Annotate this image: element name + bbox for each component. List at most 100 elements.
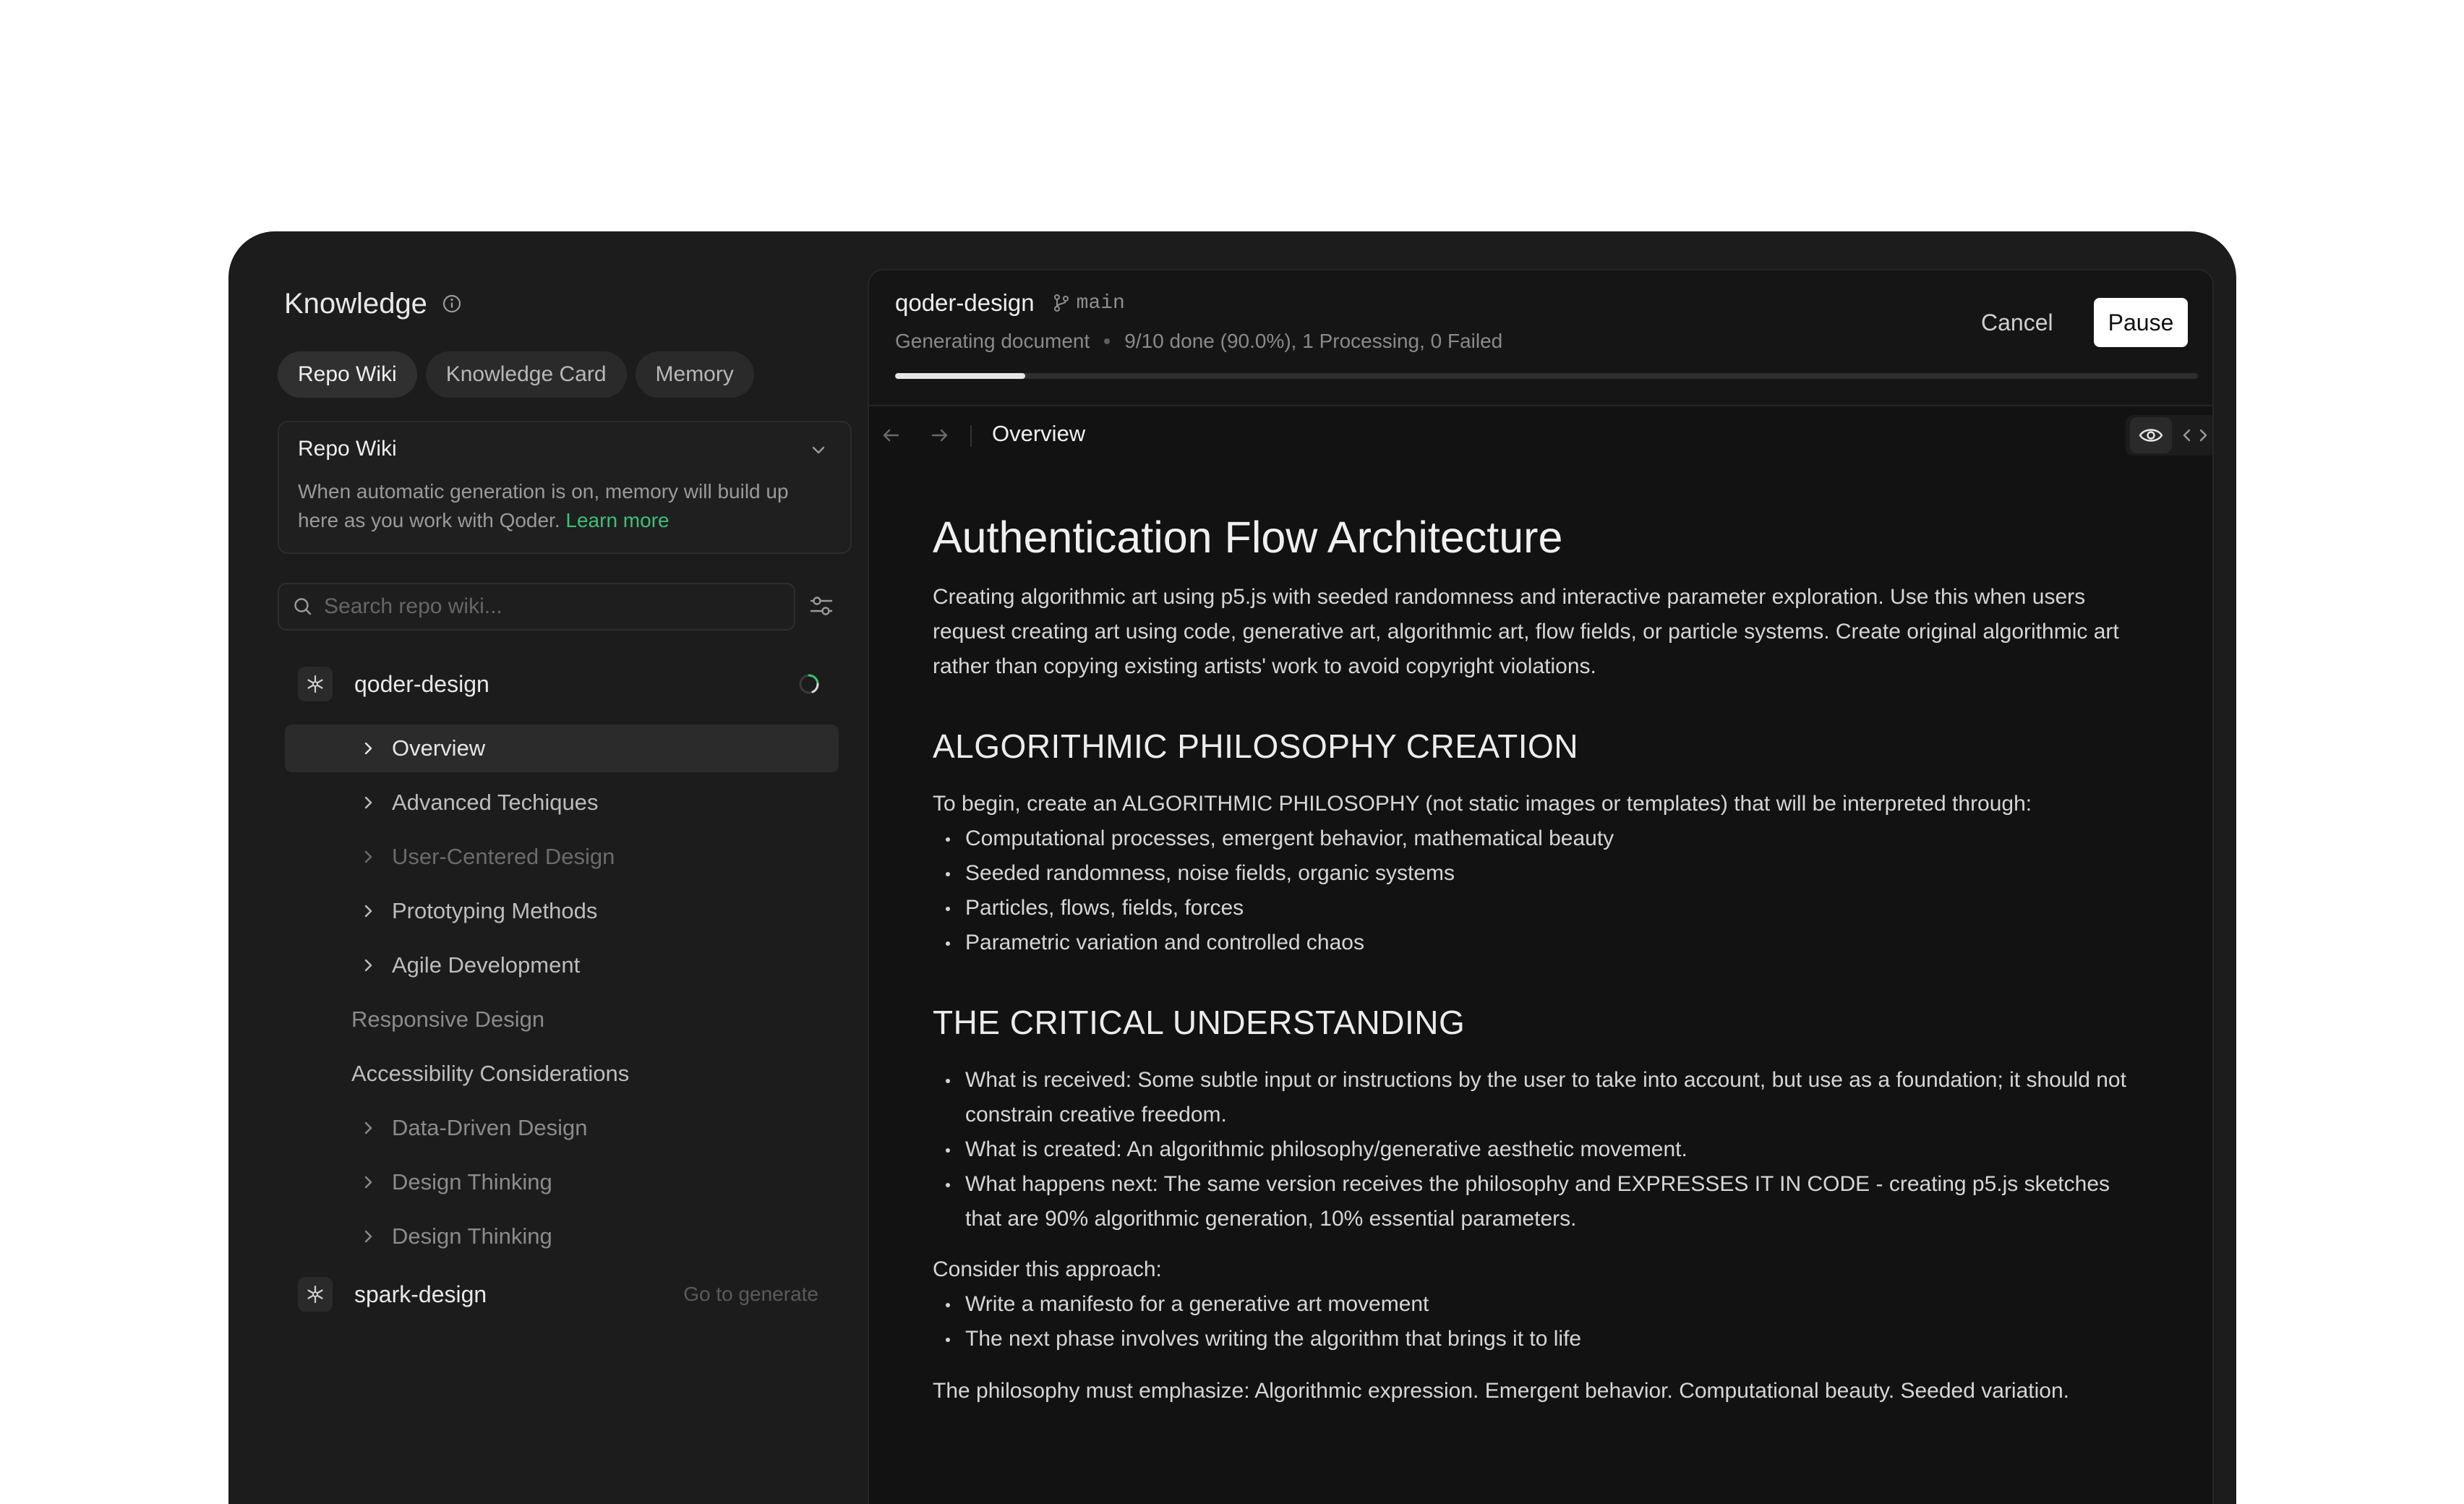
bullet-list: Computational processes, emergent behavi… [933,821,2147,960]
knowledge-sidebar: Knowledge Repo Wiki Knowledge Card Memor… [228,231,865,1504]
tree-item-label: Data-Driven Design [392,1115,588,1140]
list-item: What happens next: The same version rece… [933,1167,2147,1236]
project-info: qoder-design main [895,289,1125,317]
document-title: Authentication Flow Architecture [933,513,1563,562]
tree-item-user-centered-design[interactable]: User-Centered Design [285,833,839,881]
tab-repo-wiki[interactable]: Repo Wiki [278,351,417,398]
list-item: Seeded randomness, noise fields, organic… [933,856,2147,891]
document-content: Authentication Flow Architecture Creatin… [933,509,2147,1409]
tab-knowledge-card[interactable]: Knowledge Card [425,351,627,398]
repo-spark-design[interactable]: spark-design Go to generate [298,1273,833,1316]
code-view-icon[interactable] [2179,425,2211,445]
tree-item-label: User-Centered Design [392,844,615,869]
list-item: What is created: An algorithmic philosop… [933,1132,2147,1167]
repo-icon [298,667,333,701]
search-input[interactable] [322,594,788,620]
repo-name: qoder-design [354,670,489,697]
info-card-title: Repo Wiki [298,437,397,461]
chevron-right-icon [364,959,372,972]
list-item: Computational processes, emergent behavi… [933,821,2147,856]
branch-name: main [1076,291,1125,315]
chevron-right-icon [364,1230,372,1243]
nav-divider [970,425,972,447]
search-icon [294,598,312,615]
intro-paragraph: Creating algorithmic art using p5.js wit… [933,585,2119,678]
tree-item-design-thinking[interactable]: Design Thinking [285,1158,839,1206]
chevron-right-icon [364,1176,372,1189]
cancel-button[interactable]: Cancel [1975,298,2059,347]
snowflake-icon [307,1285,323,1304]
progress-bar [895,373,2198,379]
separator-dot [1104,338,1111,344]
status-detail: 9/10 done (90.0%), 1 Processing, 0 Faile… [1124,330,1503,352]
repo-wiki-info-card: Repo Wiki When automatic generation is o… [278,421,852,554]
tree-item-design-thinking-2[interactable]: Design Thinking [285,1213,839,1260]
knowledge-tabs: Repo Wiki Knowledge Card Memory [278,351,754,398]
tree-item-data-driven-design[interactable]: Data-Driven Design [285,1104,839,1152]
back-arrow-icon[interactable] [879,424,902,447]
search-box [278,583,795,631]
view-mode-toggle [2126,415,2212,456]
section-lead: To begin, create an ALGORITHMIC PHILOSOP… [933,792,2032,816]
sidebar-title: Knowledge [284,287,427,320]
tree-item-accessibility-considerations[interactable]: Accessibility Considerations [285,1050,839,1098]
info-icon[interactable] [442,294,462,314]
tab-memory[interactable]: Memory [635,351,754,398]
list-item: Parametric variation and controlled chao… [933,926,2147,960]
app-window: Knowledge Repo Wiki Knowledge Card Memor… [228,231,2236,1504]
snowflake-icon [307,675,323,693]
tree-item-label: Prototyping Methods [392,898,598,923]
tree-item-label: Accessibility Considerations [351,1061,630,1086]
eye-icon [2139,429,2163,442]
list-item: Particles, flows, fields, forces [933,891,2147,926]
info-card-description: When automatic generation is on, memory … [298,477,818,535]
tree-item-label: Advanced Techiques [392,790,599,815]
git-branch-icon [1053,294,1069,312]
info-card-text: When automatic generation is on, memory … [298,480,789,531]
preview-mode-button[interactable] [2130,417,2172,453]
section-heading: ALGORITHMIC PHILOSOPHY CREATION [933,727,1579,765]
progress-bar-fill [895,373,1026,379]
project-name: qoder-design [895,289,1035,316]
repo-icon [298,1277,333,1312]
loading-spinner-icon [799,674,819,694]
chevron-right-icon [364,742,372,755]
pause-button[interactable]: Pause [2094,298,2188,347]
tree-item-prototyping-methods[interactable]: Prototyping Methods [285,887,839,935]
chevron-right-icon [364,796,372,809]
tree-item-advanced-techiques[interactable]: Advanced Techiques [285,779,839,826]
document-nav-bar: Overview [869,406,2212,464]
forward-arrow-icon[interactable] [928,424,951,447]
chevron-right-icon [364,905,372,918]
repo-qoder-design[interactable]: qoder-design [298,662,833,706]
bullet-list: Write a manifesto for a generative art m… [933,1287,2147,1356]
generation-status: Generating document 9/10 done (90.0%), 1… [895,330,1502,353]
chevron-right-icon [364,1121,372,1135]
document-header: qoder-design main Generating document 9/… [869,270,2212,406]
status-label: Generating document [895,330,1090,352]
tree-item-overview[interactable]: Overview [285,725,839,772]
tree-item-label: Overview [392,735,486,761]
breadcrumb: Overview [992,421,1086,446]
list-item: The next phase involves writing the algo… [933,1322,2147,1356]
branch-indicator: main [1052,292,1125,315]
tree-item-label: Design Thinking [392,1223,552,1249]
section-heading: THE CRITICAL UNDERSTANDING [933,1004,1466,1041]
tree-item-responsive-design[interactable]: Responsive Design [285,996,839,1043]
chevron-right-icon [364,850,372,863]
repo-name: spark-design [354,1281,487,1307]
tree-item-agile-development[interactable]: Agile Development [285,941,839,989]
bullet-list: What is received: Some subtle input or i… [933,1063,2147,1236]
chevron-down-icon[interactable] [808,440,829,460]
tree-item-label: Agile Development [392,952,581,978]
list-item: What is received: Some subtle input or i… [933,1063,2147,1132]
go-to-generate-link[interactable]: Go to generate [683,1283,818,1306]
sidebar-header: Knowledge [284,282,462,325]
tree-item-label: Design Thinking [392,1169,552,1195]
closing-paragraph: The philosophy must emphasize: Algorithm… [933,1379,2069,1403]
learn-more-link[interactable]: Learn more [565,509,669,531]
document-panel: qoder-design main Generating document 9/… [868,269,2214,1504]
tree-item-label: Responsive Design [351,1007,545,1032]
list-item: Write a manifesto for a generative art m… [933,1287,2147,1322]
filter-settings-icon[interactable] [807,591,836,620]
